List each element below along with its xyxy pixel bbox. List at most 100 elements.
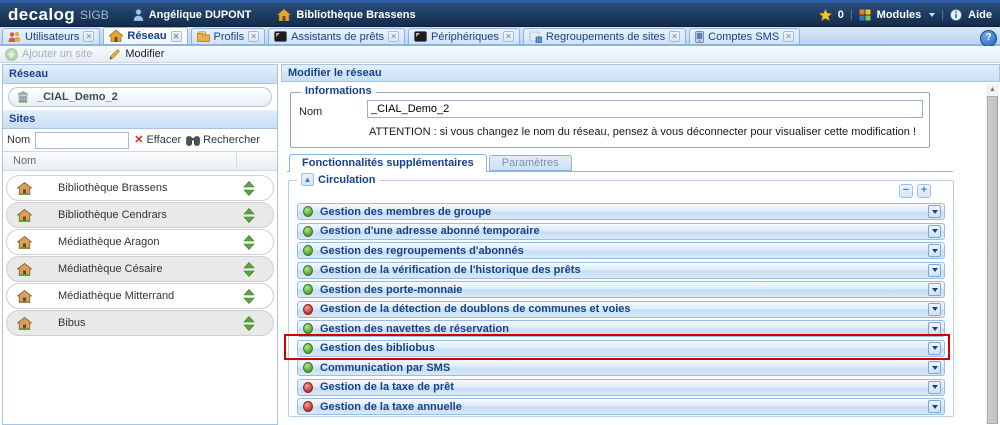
tab-label: Regroupements de sites — [546, 31, 665, 43]
reorder-updown-icon[interactable] — [243, 208, 255, 223]
dropdown-button[interactable] — [928, 283, 941, 296]
tab-profils[interactable]: Profils✕ — [191, 28, 266, 44]
user-name: Angélique DUPONT — [149, 9, 252, 21]
dropdown-button[interactable] — [928, 225, 941, 238]
reorder-updown-icon[interactable] — [243, 262, 255, 277]
feature-row[interactable]: Gestion des membres de groupe — [297, 203, 945, 220]
vertical-scrollbar[interactable]: ▲ — [986, 84, 999, 424]
feature-row[interactable]: Gestion de la vérification de l'historiq… — [297, 262, 945, 279]
search-field-label: Nom — [7, 134, 30, 146]
site-row[interactable]: Médiathèque Césaire — [6, 256, 274, 282]
current-user[interactable]: Angélique DUPONT — [133, 9, 252, 21]
feature-row[interactable]: Gestion de la taxe de prêt — [297, 379, 945, 396]
house-icon — [17, 290, 32, 303]
dropdown-button[interactable] — [928, 264, 941, 277]
close-tab-icon[interactable]: ✕ — [248, 31, 259, 42]
clear-button[interactable]: ✕ Effacer — [134, 134, 181, 146]
dropdown-button[interactable] — [928, 303, 941, 316]
feature-label: Communication par SMS — [320, 362, 450, 374]
feature-row[interactable]: Gestion des navettes de réservation — [297, 320, 945, 337]
app-logo-suffix: SIGB — [80, 8, 109, 22]
site-row[interactable]: Médiathèque Mitterrand — [6, 283, 274, 309]
site-row-label: Médiathèque Aragon — [58, 236, 160, 248]
close-tab-icon[interactable]: ✕ — [669, 31, 680, 42]
reorder-updown-icon[interactable] — [243, 316, 255, 331]
feature-row[interactable]: Gestion des porte-monnaie — [297, 281, 945, 298]
tab-assistants-de-prets[interactable]: Assistants de prêts✕ — [268, 28, 405, 44]
add-icon — [5, 48, 18, 61]
informations-legend: Informations — [301, 85, 376, 97]
feature-row[interactable]: Gestion des bibliobus — [297, 340, 945, 357]
dropdown-button[interactable] — [928, 342, 941, 355]
tab-reseau[interactable]: Réseau✕ — [103, 27, 187, 44]
close-tab-icon[interactable]: ✕ — [171, 31, 182, 42]
site-row[interactable]: Bibliothèque Cendrars — [6, 202, 274, 228]
site-search-input[interactable] — [35, 132, 129, 149]
close-tab-icon[interactable]: ✕ — [388, 31, 399, 42]
scroll-up-icon[interactable]: ▲ — [986, 84, 999, 96]
search-button[interactable]: Rechercher — [186, 134, 260, 146]
scrollbar-thumb[interactable] — [987, 96, 998, 424]
tab-comptes-sms[interactable]: Comptes SMS✕ — [689, 28, 800, 44]
feature-row[interactable]: Gestion d'une adresse abonné temporaire — [297, 223, 945, 240]
network-name-input[interactable] — [367, 100, 923, 118]
binoculars-icon — [186, 135, 200, 146]
close-tab-icon[interactable]: ✕ — [83, 31, 94, 42]
close-tab-icon[interactable]: ✕ — [783, 31, 794, 42]
feature-row[interactable]: Gestion de la taxe annuelle — [297, 398, 945, 415]
dropdown-button[interactable] — [928, 381, 941, 394]
tab-label: Profils — [214, 31, 245, 43]
network-sidebar: Réseau _CIAL_Demo_2 Sites Nom ✕ Effacer … — [2, 64, 278, 425]
site-row[interactable]: Médiathèque Aragon — [6, 229, 274, 255]
feature-label: Gestion de la vérification de l'historiq… — [320, 264, 581, 276]
expand-all-button[interactable]: + — [917, 184, 931, 198]
modify-button[interactable]: Modifier — [108, 48, 164, 61]
informations-fieldset: Informations Nom ATTENTION : si vous cha… — [290, 92, 930, 148]
network-item[interactable]: _CIAL_Demo_2 — [8, 87, 272, 107]
site-row-label: Médiathèque Césaire — [58, 263, 163, 275]
help-button[interactable]: ? — [980, 30, 997, 47]
dropdown-button[interactable] — [928, 322, 941, 335]
feature-label: Gestion des navettes de réservation — [320, 323, 509, 335]
chevron-down-icon — [932, 366, 938, 370]
feature-row[interactable]: Gestion des regroupements d'abonnés — [297, 242, 945, 259]
editor-tab-fonctionnalites[interactable]: Fonctionnalités supplémentaires — [289, 154, 487, 172]
reorder-updown-icon[interactable] — [243, 235, 255, 250]
add-site-button[interactable]: Ajouter un site — [5, 48, 92, 61]
sites-column-header[interactable]: Nom — [3, 151, 277, 171]
editor-content: Informations Nom ATTENTION : si vous cha… — [281, 82, 1000, 425]
dropdown-button[interactable] — [928, 361, 941, 374]
feature-row[interactable]: Communication par SMS — [297, 359, 945, 376]
network-panel-header: Réseau — [3, 65, 277, 84]
tab-peripheriques[interactable]: Périphériques✕ — [408, 28, 520, 44]
module-tab-bar: Utilisateurs✕Réseau✕Profils✕Assistants d… — [0, 27, 1000, 46]
dropdown-button[interactable] — [928, 244, 941, 257]
editor-tab-parametres[interactable]: Paramètres — [489, 155, 572, 171]
status-green-icon — [303, 265, 313, 276]
building-icon — [17, 91, 29, 103]
modules-menu[interactable]: Modules — [877, 9, 922, 21]
feature-label: Gestion de la taxe annuelle — [320, 401, 462, 413]
tab-utilisateurs[interactable]: Utilisateurs✕ — [2, 28, 100, 44]
site-row-label: Médiathèque Mitterrand — [58, 290, 174, 302]
reorder-updown-icon[interactable] — [243, 289, 255, 304]
site-row[interactable]: Bibus — [6, 310, 274, 336]
house-icon — [17, 263, 32, 276]
collapse-section-icon[interactable]: ▲ — [301, 173, 314, 186]
feature-list: Gestion des membres de groupe Gestion d'u… — [297, 203, 945, 418]
reorder-updown-icon[interactable] — [243, 181, 255, 196]
dropdown-button[interactable] — [928, 400, 941, 413]
close-tab-icon[interactable]: ✕ — [503, 31, 514, 42]
tab-regroupements-de-sites[interactable]: Regroupements de sites ✕ — [523, 28, 686, 44]
feature-label: Gestion des bibliobus — [320, 342, 435, 354]
collapse-all-button[interactable]: − — [899, 184, 913, 198]
dropdown-button[interactable] — [928, 205, 941, 218]
help-menu[interactable]: Aide — [968, 9, 992, 21]
site-row[interactable]: Bibliothèque Brassens — [6, 175, 274, 201]
current-site[interactable]: Bibliothèque Brassens — [277, 9, 415, 21]
app-window: decalog SIGB Angélique DUPONT Bibliothèq… — [0, 0, 1000, 425]
star-icon[interactable] — [819, 9, 832, 21]
app-logo: decalog — [8, 4, 75, 26]
feature-row[interactable]: Gestion de la détection de doublons de c… — [297, 301, 945, 318]
site-row-label: Bibliothèque Brassens — [58, 182, 167, 194]
